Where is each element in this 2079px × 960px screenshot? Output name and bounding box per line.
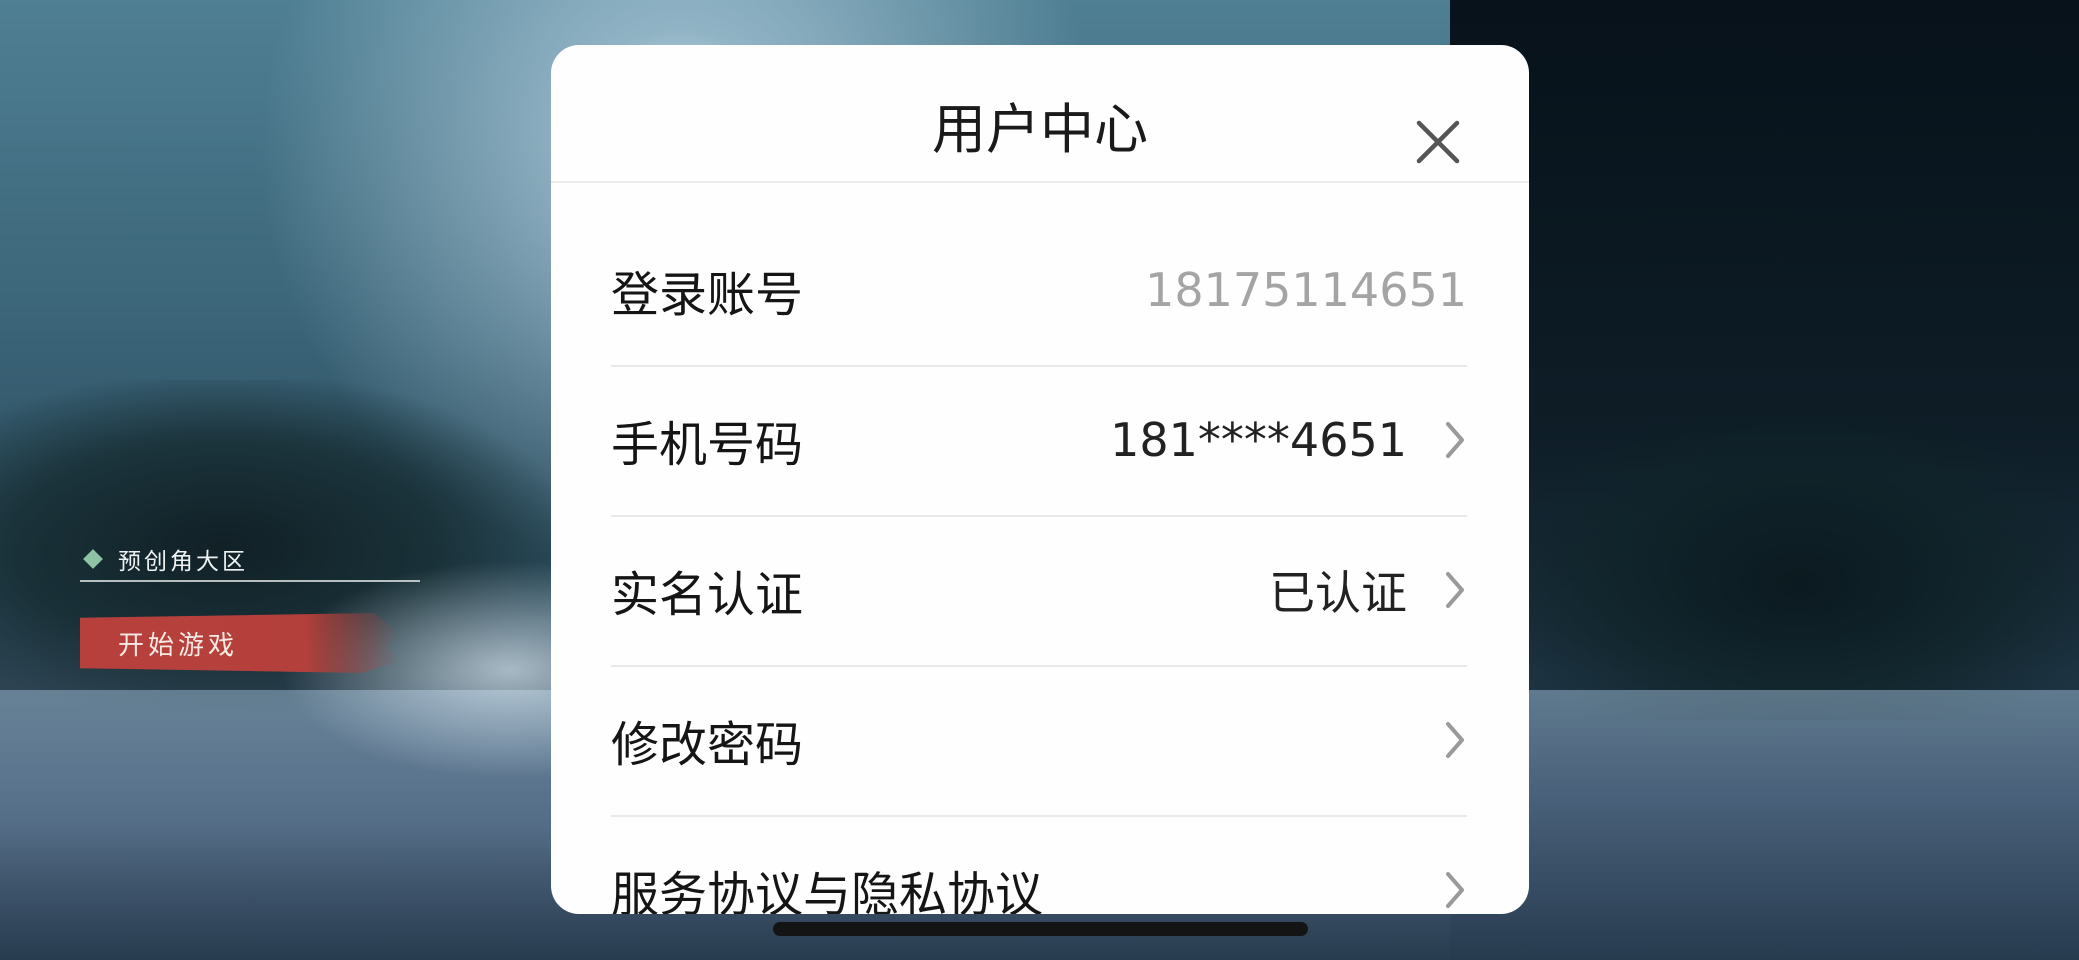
chevron-right-icon [1446, 422, 1464, 458]
chevron-right-icon [1446, 572, 1464, 608]
user-center-dialog: 用户中心 登录账号 18175114651 手机号码 181****4651 实… [551, 45, 1529, 914]
row-label: 登录账号 [611, 267, 804, 323]
chevron-right-icon [1446, 722, 1464, 758]
row-real-name-verification[interactable]: 实名认证 已认证 [611, 515, 1467, 667]
start-game-button[interactable]: 开始游戏 [80, 613, 400, 673]
server-selector[interactable]: 预创角大区 [80, 538, 420, 582]
dialog-header: 用户中心 [551, 45, 1529, 183]
verification-status: 已认证 [1269, 566, 1407, 620]
start-game-label: 开始游戏 [118, 630, 239, 661]
row-login-account: 登录账号 18175114651 [611, 215, 1467, 367]
phone-number-value: 181****4651 [1110, 413, 1407, 467]
row-label: 实名认证 [611, 567, 804, 623]
home-indicator[interactable] [773, 922, 1308, 936]
row-service-privacy-agreement[interactable]: 服务协议与隐私协议 [611, 815, 1467, 914]
row-label: 修改密码 [611, 717, 804, 773]
row-phone-number[interactable]: 手机号码 181****4651 [611, 365, 1467, 517]
diamond-icon [83, 549, 103, 569]
row-label: 服务协议与隐私协议 [611, 867, 1044, 914]
bamboo-grove-right [1520, 420, 2079, 720]
row-label: 手机号码 [611, 417, 804, 473]
server-name: 预创角大区 [118, 549, 248, 575]
login-account-value: 18175114651 [1145, 263, 1467, 317]
dialog-title: 用户中心 [932, 98, 1148, 161]
chevron-right-icon [1446, 872, 1464, 908]
row-change-password[interactable]: 修改密码 [611, 665, 1467, 817]
close-icon[interactable] [1413, 117, 1463, 167]
